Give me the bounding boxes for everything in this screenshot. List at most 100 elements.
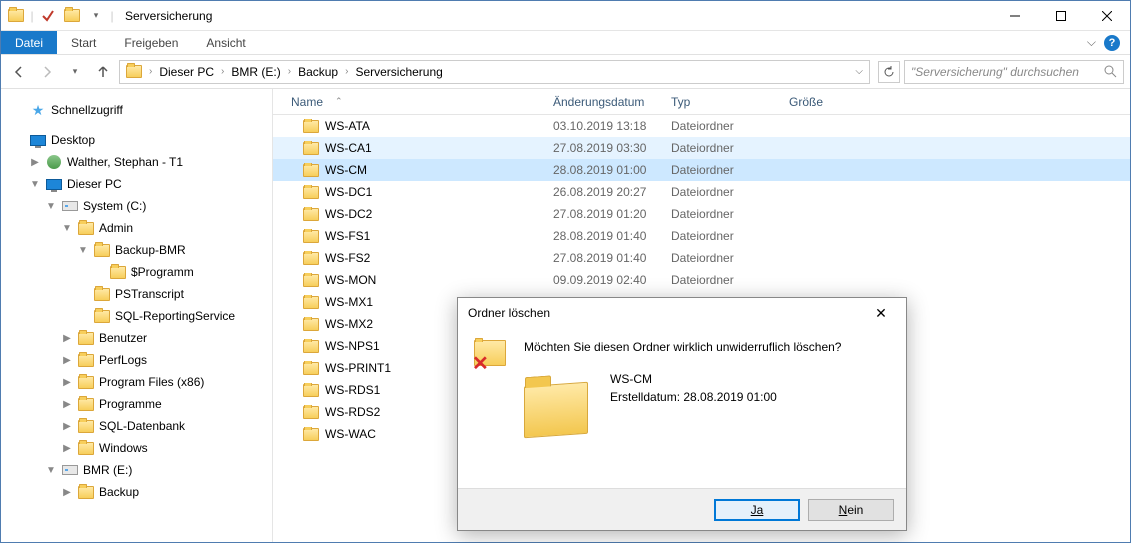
chevron-right-icon[interactable]: ▶ (61, 399, 73, 410)
tree-item[interactable]: ▼ System (C:) (7, 195, 272, 217)
col-name[interactable]: Name⌃ (283, 95, 545, 109)
nav-history-dropdown[interactable]: ▾ (63, 60, 87, 84)
chevron-down-icon[interactable]: ▼ (45, 465, 57, 476)
tree-item[interactable]: ▶ Benutzer (7, 327, 272, 349)
cell-date: 09.09.2019 02:40 (545, 273, 663, 287)
tree-item[interactable]: ▼Dieser PC (7, 173, 272, 195)
tree-item[interactable]: ▶$Programm (7, 261, 272, 283)
folder-icon (78, 440, 94, 456)
tree-item[interactable]: ▶Programme (7, 393, 272, 415)
file-row[interactable]: WS-CM28.08.2019 01:00Dateiordner (273, 159, 1130, 181)
tree-item[interactable]: ▼BMR (E:) (7, 459, 272, 481)
delete-folder-dialog: Ordner löschen ✕ ✕ Möchten Sie diesen Or… (457, 297, 907, 531)
chevron-right-icon[interactable]: › (285, 66, 294, 77)
chevron-right-icon[interactable]: › (342, 66, 351, 77)
chevron-right-icon[interactable]: ▶ (61, 421, 73, 432)
tree-item[interactable]: ▶SQL-ReportingService (7, 305, 272, 327)
address-dropdown-icon[interactable]: ⌵ (855, 66, 863, 77)
file-row[interactable]: WS-FS128.08.2019 01:40Dateiordner (273, 225, 1130, 247)
cell-date: 28.08.2019 01:40 (545, 229, 663, 243)
nav-up-button[interactable] (91, 60, 115, 84)
ribbon-tab-file[interactable]: Datei (1, 31, 57, 54)
tree-item[interactable]: ▶Windows (7, 437, 272, 459)
tree-item[interactable]: ▶★Schnellzugriff (7, 99, 272, 121)
breadcrumb-item[interactable]: Dieser PC (155, 61, 218, 83)
folder-icon (94, 286, 110, 302)
cell-name: WS-ATA (295, 119, 545, 133)
tree-item-label: $Programm (131, 265, 194, 279)
nav-back-button[interactable] (7, 60, 31, 84)
breadcrumb-item[interactable]: Serversicherung (351, 61, 446, 83)
qat-dropdown-icon[interactable]: ▾ (85, 5, 107, 27)
address-bar[interactable]: › Dieser PC›BMR (E:)›Backup›Serversicher… (119, 60, 870, 84)
close-button[interactable] (1084, 1, 1130, 31)
ribbon-tab-view[interactable]: Ansicht (192, 31, 259, 54)
dialog-yes-button[interactable]: Ja (714, 499, 800, 521)
breadcrumb-item[interactable]: Backup (294, 61, 342, 83)
nav-forward-button[interactable] (35, 60, 59, 84)
maximize-button[interactable] (1038, 1, 1084, 31)
tree-item[interactable]: ▶Backup (7, 481, 272, 503)
tree-item[interactable]: ▼Backup-BMR (7, 239, 272, 261)
chevron-right-icon[interactable]: ▶ (61, 377, 73, 388)
tree-item[interactable]: ▶Desktop (7, 129, 272, 151)
chevron-down-icon[interactable]: ▼ (61, 223, 73, 234)
help-icon[interactable]: ? (1104, 35, 1120, 51)
chevron-right-icon[interactable]: ▶ (61, 443, 73, 454)
folder-icon (303, 362, 319, 375)
col-date[interactable]: Änderungsdatum (545, 95, 663, 109)
dialog-close-button[interactable]: ✕ (866, 305, 896, 322)
folder-icon (110, 264, 126, 280)
dialog-no-button[interactable]: Nein (808, 499, 894, 521)
file-row[interactable]: WS-ATA03.10.2019 13:18Dateiordner (273, 115, 1130, 137)
ribbon-tab-share[interactable]: Freigeben (110, 31, 192, 54)
file-row[interactable]: WS-FS227.08.2019 01:40Dateiordner (273, 247, 1130, 269)
file-row[interactable]: WS-DC126.08.2019 20:27Dateiordner (273, 181, 1130, 203)
tree-item-label: Benutzer (99, 331, 147, 345)
qat-properties-icon[interactable] (37, 5, 59, 27)
chevron-down-icon[interactable]: ▼ (77, 245, 89, 256)
cell-date: 28.08.2019 01:00 (545, 163, 663, 177)
folder-icon (303, 296, 319, 309)
folder-icon (303, 252, 319, 265)
folder-icon (303, 428, 319, 441)
list-header: Name⌃ Änderungsdatum Typ Größe (273, 89, 1130, 115)
col-type[interactable]: Typ (663, 95, 781, 109)
breadcrumb-root-icon[interactable] (122, 61, 146, 83)
tree-item[interactable]: ▶SQL-Datenbank (7, 415, 272, 437)
file-row[interactable]: WS-MON09.09.2019 02:40Dateiordner (273, 269, 1130, 291)
file-row[interactable]: WS-DC227.08.2019 01:20Dateiordner (273, 203, 1130, 225)
chevron-right-icon[interactable]: ▶ (61, 487, 73, 498)
ribbon-tab-start[interactable]: Start (57, 31, 110, 54)
ribbon-expand-icon[interactable]: ⌵ (1087, 35, 1096, 50)
search-input[interactable]: "Serversicherung" durchsuchen (904, 60, 1124, 84)
cell-type: Dateiordner (663, 229, 781, 243)
refresh-button[interactable] (878, 61, 900, 83)
file-row[interactable]: WS-CA127.08.2019 03:30Dateiordner (273, 137, 1130, 159)
breadcrumb-item[interactable]: BMR (E:) (227, 61, 284, 83)
qat-newfolder-icon[interactable] (61, 5, 83, 27)
cell-type: Dateiordner (663, 251, 781, 265)
chevron-down-icon[interactable]: ▼ (45, 201, 57, 212)
col-size[interactable]: Größe (781, 95, 861, 109)
chevron-right-icon[interactable]: ▶ (29, 157, 41, 168)
tree-item[interactable]: ▼Admin (7, 217, 272, 239)
tree-item[interactable]: ▶PSTranscript (7, 283, 272, 305)
tree-item-label: System (C:) (83, 199, 146, 213)
chevron-right-icon[interactable]: ▶ (61, 333, 73, 344)
nav-tree[interactable]: ▶★Schnellzugriff ▶Desktop▶Walther, Stepha… (1, 89, 273, 542)
chevron-right-icon[interactable]: › (146, 66, 155, 77)
folder-icon (303, 186, 319, 199)
tree-item[interactable]: ▶Walther, Stephan - T1 (7, 151, 272, 173)
folder-icon (303, 120, 319, 133)
chevron-right-icon[interactable]: › (218, 66, 227, 77)
folder-icon (78, 396, 94, 412)
search-placeholder: "Serversicherung" durchsuchen (911, 65, 1079, 79)
tree-item[interactable]: ▶Program Files (x86) (7, 371, 272, 393)
minimize-button[interactable] (992, 1, 1038, 31)
chevron-down-icon[interactable]: ▼ (29, 179, 41, 190)
cell-type: Dateiordner (663, 141, 781, 155)
large-folder-icon (524, 366, 596, 462)
chevron-right-icon[interactable]: ▶ (61, 355, 73, 366)
tree-item[interactable]: ▶PerfLogs (7, 349, 272, 371)
